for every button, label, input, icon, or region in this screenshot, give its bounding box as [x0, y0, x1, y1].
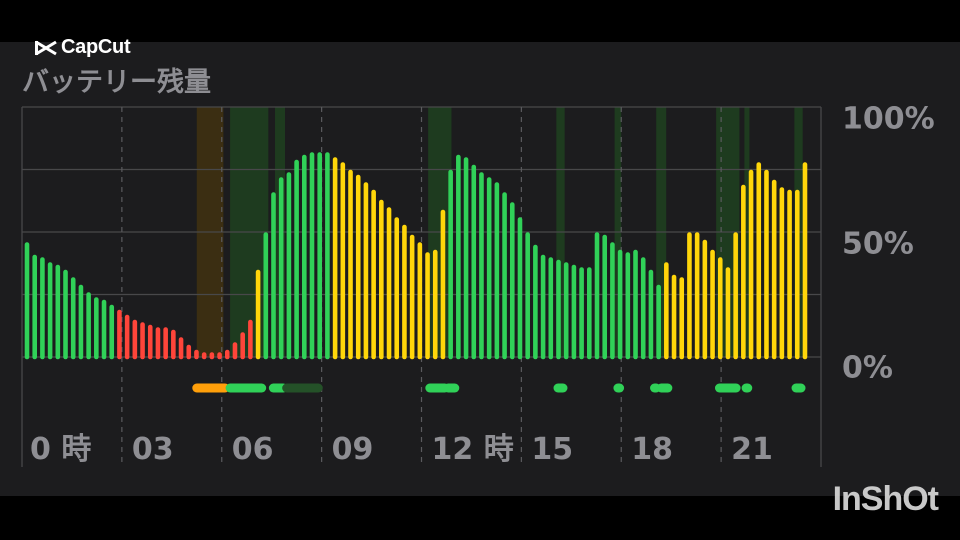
x-tick-label: 12 時: [432, 432, 514, 467]
x-tick-label: 06: [232, 432, 274, 467]
x-tick-label: 18: [631, 432, 673, 467]
x-tick-label: 15: [531, 432, 573, 467]
y-tick-label: 50%: [842, 227, 914, 262]
x-tick-label: 03: [132, 432, 174, 467]
battery-chart: 100% 50% 0% 0 時 03 06 09 12 時 15 18 21: [21, 102, 935, 467]
x-tick-label: 0 時: [30, 432, 91, 467]
x-tick-label: 09: [332, 432, 374, 467]
capcut-logo-icon: [35, 40, 57, 55]
x-tick-label: 21: [731, 432, 773, 467]
capcut-label: CapCut: [61, 36, 131, 58]
inshot-watermark: InShOt: [832, 480, 939, 518]
page-title: バッテリー残量: [22, 67, 211, 98]
capcut-brand: CapCut: [34, 36, 131, 59]
screen-background: 100% 50% 0% 0 時 03 06 09 12 時 15 18 21: [0, 42, 960, 496]
y-tick-label: 100%: [842, 102, 935, 137]
y-tick-label: 0%: [842, 351, 893, 386]
